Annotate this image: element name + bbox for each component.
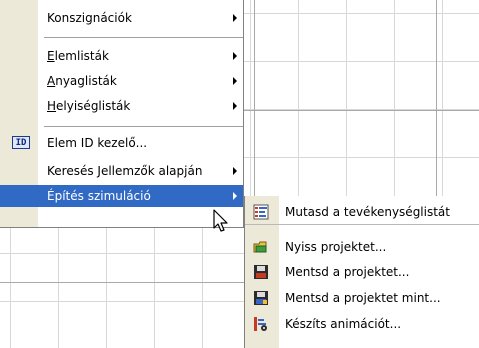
submenu-item-label: Mentsd a projektet... [285,265,410,279]
label-text: elyiséglisták [56,99,131,113]
accelerator-letter: H [47,99,57,113]
save-project-as-icon [254,291,268,305]
submenu-arrow-icon [233,77,237,85]
menu-item-epites-szimulacio[interactable]: Építés szimuláció [0,185,243,207]
label-text: lemlisták [54,49,109,63]
accelerator-letter: A [47,74,56,88]
submenu-arrow-icon [233,102,237,110]
submenu-item-label: Készíts animációt... [285,317,402,331]
menu-item-elem-id-kezelo[interactable]: ID Elem ID kezelő... [0,132,243,154]
mouse-pointer-icon [213,209,228,232]
menu-item-elemlistak[interactable]: Elemlisták [0,45,243,67]
context-menu: Konszignációk Elemlisták Anyaglisták Hel… [0,0,244,228]
accelerator-letter: E [47,49,55,63]
submenu-item-keszits-animaciot[interactable]: Készíts animációt... [245,312,479,336]
open-project-icon [253,241,267,253]
menu-item-label: Anyaglisták [47,70,117,92]
submenu-item-label: Mentsd a projektet mint... [285,291,441,305]
id-icon: ID [12,136,30,149]
submenu-arrow-icon [233,192,237,200]
menu-item-helyiseglistak[interactable]: Helyiséglisták [0,95,243,117]
menu-item-label: Elem ID kezelő... [47,136,148,150]
menu-item-label: Helyiséglisták [47,95,130,117]
label-text: nyaglisták [55,74,117,88]
activity-list-icon [253,204,269,220]
submenu-arrow-icon [233,14,237,22]
submenu-arrow-icon [233,52,237,60]
submenu-arrow-icon [233,167,237,175]
menu-item-label: Elemlisták [47,45,109,67]
menu-separator [44,126,243,128]
submenu-item-mutasd-tevekenyseglistat[interactable]: Mutasd a tevékenységlistát [245,200,479,225]
submenu-item-label: Mutasd a tevékenységlistát [285,205,450,219]
submenu-item-label: Nyiss projektet... [285,240,387,254]
menu-item-label: Konszignációk [47,11,132,25]
menu-item-label: Keresés Jellemzők alapján [47,164,203,178]
submenu-item-nyiss-projektet[interactable]: Nyiss projektet... [245,235,479,259]
menu-item-label: Építés szimuláció [47,189,151,203]
submenu-epites-szimulacio: Mutasd a tevékenységlistát Nyiss projekt… [244,196,479,348]
make-animation-icon [254,317,267,331]
menu-separator [44,37,243,39]
menu-item-kereses-jellemzok[interactable]: Keresés Jellemzők alapján [0,160,243,182]
menu-item-konszignaciok[interactable]: Konszignációk [0,7,243,29]
submenu-item-mentsd-projektet-mint[interactable]: Mentsd a projektet mint... [245,286,479,310]
submenu-item-mentsd-projektet[interactable]: Mentsd a projektet... [245,260,479,284]
save-project-icon [254,265,268,279]
menu-item-anyaglistak[interactable]: Anyaglisták [0,70,243,92]
